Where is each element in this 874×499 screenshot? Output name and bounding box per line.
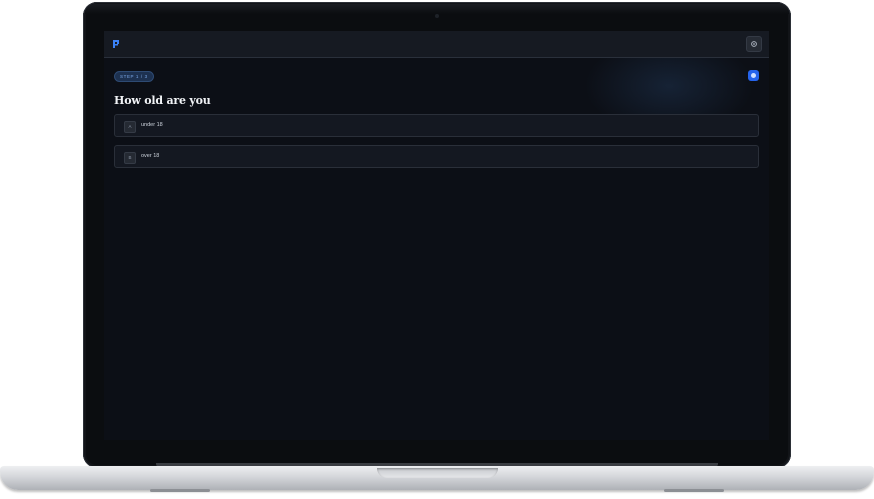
camera-icon <box>435 14 439 18</box>
help-icon <box>751 73 756 78</box>
option-label: over 18 <box>141 153 160 159</box>
step-badge: STEP 1 / 3 <box>114 71 154 82</box>
screen: STEP 1 / 3 How old are you A under 18 B … <box>104 31 769 440</box>
laptop-foot <box>664 489 724 492</box>
laptop-bezel <box>85 4 789 14</box>
brand-logo-icon[interactable] <box>112 39 121 49</box>
option-key: A <box>124 121 136 133</box>
gear-icon <box>751 41 757 47</box>
top-bar <box>104 31 769 58</box>
question-title: How old are you <box>114 94 211 107</box>
option-key: B <box>124 152 136 164</box>
help-button[interactable] <box>748 70 759 81</box>
laptop-notch <box>377 468 498 478</box>
option-label: under 18 <box>141 122 163 128</box>
option-under-18[interactable]: A under 18 <box>114 114 759 137</box>
option-over-18[interactable]: B over 18 <box>114 145 759 168</box>
settings-button[interactable] <box>746 36 762 52</box>
laptop-foot <box>150 489 210 492</box>
